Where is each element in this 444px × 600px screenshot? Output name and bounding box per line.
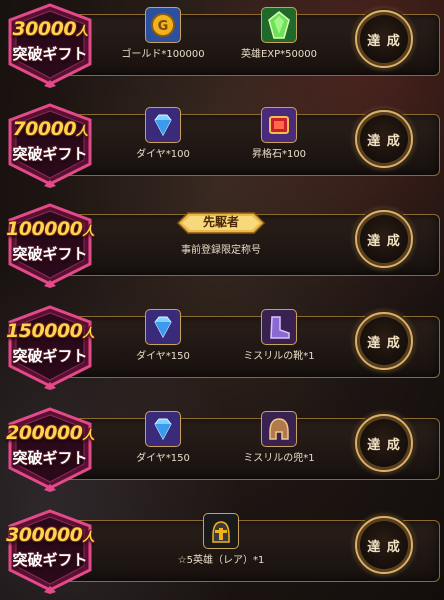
milestone-number: 300000人 xyxy=(6,524,94,546)
milestone-number: 70000人 xyxy=(12,118,88,140)
milestone-badge: 30000人 突破ギフト xyxy=(4,2,96,88)
achieve-button[interactable]: 達 成 xyxy=(355,110,413,168)
reward-row: 200000人 突破ギフト ダイヤ*150 ミスリルの兜*1 達 成 xyxy=(0,404,444,494)
milestone-subtitle: 突破ギフト xyxy=(12,449,88,467)
achieve-button[interactable]: 達 成 xyxy=(355,10,413,68)
pioneer-title-icon: 先駆者 xyxy=(176,207,266,239)
reward-item[interactable]: ミスリルの靴*1 xyxy=(224,309,334,362)
hero-exp-icon xyxy=(261,7,297,43)
reward-row: 100000人 突破ギフト 先駆者 事前登録限定称号 達 成 xyxy=(0,200,444,290)
reward-item[interactable]: ☆5英雄（レア）*1 xyxy=(166,513,276,566)
milestone-number: 200000人 xyxy=(6,422,94,444)
reward-label: ☆5英雄（レア）*1 xyxy=(177,555,265,566)
reward-label: ダイヤ*150 xyxy=(136,453,190,464)
reward-label: ゴールド*100000 xyxy=(121,49,205,60)
reward-label: ダイヤ*150 xyxy=(136,351,190,362)
reward-label: 英雄EXP*50000 xyxy=(240,49,317,60)
reward-row: 70000人 突破ギフト ダイヤ*100 昇格石*100 達 成 xyxy=(0,100,444,190)
promotion-stone-icon xyxy=(261,107,297,143)
milestone-subtitle: 突破ギフト xyxy=(12,347,88,365)
diamond-icon xyxy=(145,309,181,345)
gold-coin-icon: G xyxy=(145,7,181,43)
milestone-badge: 300000人 突破ギフト xyxy=(4,508,96,594)
reward-item[interactable]: ダイヤ*150 xyxy=(108,411,218,464)
reward-item[interactable]: 先駆者 事前登録限定称号 xyxy=(166,207,276,256)
milestone-badge: 150000人 突破ギフト xyxy=(4,304,96,390)
reward-label: 昇格石*100 xyxy=(251,149,307,160)
reward-row: 150000人 突破ギフト ダイヤ*150 ミスリルの靴*1 達 成 xyxy=(0,302,444,392)
milestone-badge: 70000人 突破ギフト xyxy=(4,102,96,188)
milestone-subtitle: 突破ギフト xyxy=(12,245,88,263)
milestone-badge: 100000人 突破ギフト xyxy=(4,202,96,288)
achieve-button[interactable]: 達 成 xyxy=(355,210,413,268)
milestone-subtitle: 突破ギフト xyxy=(12,45,88,63)
reward-item[interactable]: 英雄EXP*50000 xyxy=(224,7,334,60)
milestone-badge: 200000人 突破ギフト xyxy=(4,406,96,492)
milestone-subtitle: 突破ギフト xyxy=(12,145,88,163)
diamond-icon xyxy=(145,411,181,447)
milestone-number: 100000人 xyxy=(6,218,94,240)
reward-label: 事前登録限定称号 xyxy=(181,245,261,256)
mithril-boots-icon xyxy=(261,309,297,345)
reward-item[interactable]: G ゴールド*100000 xyxy=(108,7,218,60)
reward-item[interactable]: ダイヤ*100 xyxy=(108,107,218,160)
mithril-helmet-icon xyxy=(261,411,297,447)
reward-item[interactable]: ダイヤ*150 xyxy=(108,309,218,362)
reward-row: 300000人 突破ギフト ☆5英雄（レア）*1 達 成 xyxy=(0,506,444,596)
reward-label: ダイヤ*100 xyxy=(136,149,190,160)
achieve-button[interactable]: 達 成 xyxy=(355,516,413,574)
diamond-icon xyxy=(145,107,181,143)
reward-label: ミスリルの兜*1 xyxy=(243,453,315,464)
achieve-button[interactable]: 達 成 xyxy=(355,312,413,370)
milestone-number: 30000人 xyxy=(12,18,88,40)
milestone-number: 150000人 xyxy=(6,320,94,342)
reward-label: ミスリルの靴*1 xyxy=(243,351,315,362)
milestone-subtitle: 突破ギフト xyxy=(12,551,88,569)
reward-item[interactable]: ミスリルの兜*1 xyxy=(224,411,334,464)
reward-item[interactable]: 昇格石*100 xyxy=(224,107,334,160)
svg-text:G: G xyxy=(158,19,169,34)
achieve-button[interactable]: 達 成 xyxy=(355,414,413,472)
hero-helmet-icon xyxy=(203,513,239,549)
reward-row: 30000人 突破ギフト G ゴールド*100000 英雄EXP*50000 達… xyxy=(0,0,444,90)
